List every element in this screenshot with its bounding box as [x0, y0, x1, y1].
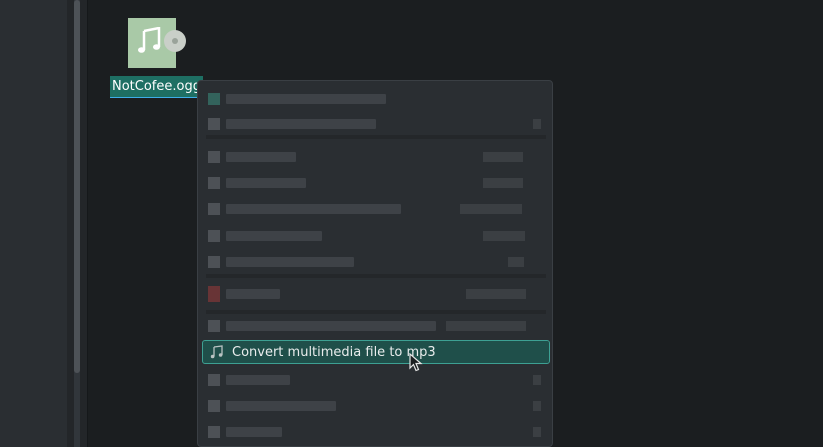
- menu-separator: [206, 310, 546, 314]
- menu-item-obscured[interactable]: [208, 117, 376, 131]
- menu-item-label: Convert multimedia file to mp3: [232, 344, 436, 360]
- menu-item-obscured[interactable]: [208, 92, 386, 106]
- shortcut-obscured: [483, 152, 523, 162]
- scrollbar-thumb[interactable]: [74, 0, 80, 373]
- menu-item-obscured[interactable]: [208, 399, 336, 413]
- music-note-icon: [138, 27, 161, 53]
- menu-item-obscured[interactable]: [208, 202, 401, 216]
- menu-separator: [206, 274, 546, 278]
- shortcut-obscured: [483, 231, 525, 241]
- places-sidebar: [0, 0, 68, 447]
- convert-to-mp3-menu-item[interactable]: Convert multimedia file to mp3: [202, 340, 550, 364]
- music-note-icon: [210, 345, 223, 359]
- menu-item-obscured[interactable]: [208, 255, 354, 269]
- menu-item-obscured[interactable]: [208, 150, 296, 164]
- shortcut-obscured: [483, 178, 523, 188]
- menu-item-obscured[interactable]: [208, 229, 322, 243]
- menu-item-obscured[interactable]: [208, 425, 282, 439]
- sidebar-scrollbar[interactable]: [67, 0, 88, 447]
- submenu-arrow-obscured: [533, 375, 541, 385]
- menu-item-obscured[interactable]: [208, 176, 306, 190]
- submenu-arrow-obscured: [533, 427, 541, 437]
- mouse-cursor-icon: [409, 353, 423, 372]
- menu-item-obscured[interactable]: [208, 286, 280, 302]
- submenu-arrow-obscured: [533, 401, 541, 411]
- file-name-label[interactable]: NotCofee.ogg: [110, 76, 203, 98]
- shortcut-obscured: [466, 289, 526, 299]
- shortcut-obscured: [446, 321, 526, 331]
- shortcut-obscured: [508, 257, 524, 267]
- shortcut-obscured: [460, 204, 522, 214]
- menu-item-obscured[interactable]: [208, 319, 436, 333]
- menu-separator: [206, 135, 546, 139]
- menu-item-obscured[interactable]: [208, 373, 290, 387]
- audio-file-icon[interactable]: [128, 18, 186, 68]
- context-menu: Convert multimedia file to mp3: [197, 80, 553, 447]
- submenu-arrow-obscured: [533, 119, 541, 129]
- file-item[interactable]: NotCofee.ogg: [110, 17, 203, 99]
